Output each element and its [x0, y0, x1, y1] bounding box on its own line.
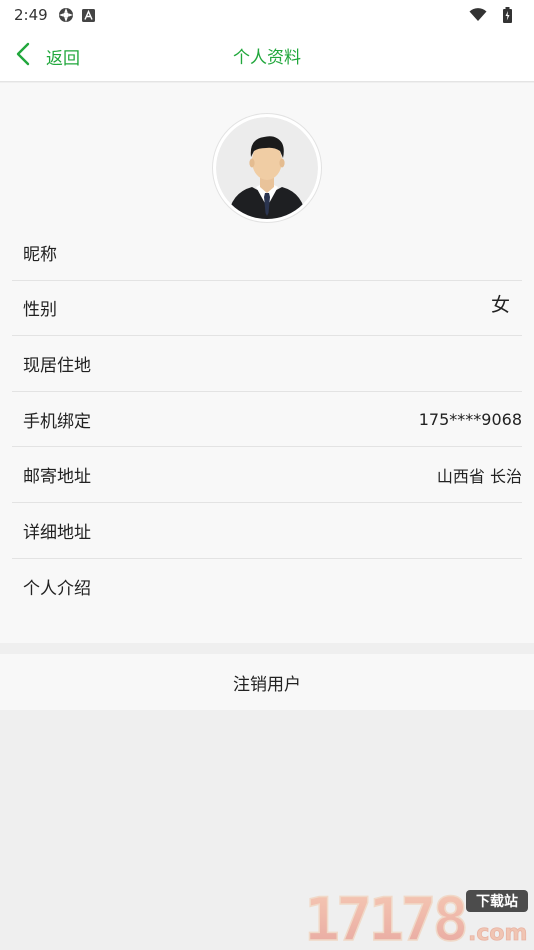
field-label: 昵称 [23, 244, 57, 265]
field-label: 个人介绍 [23, 578, 91, 599]
profile-field-list: 昵称 性别 女 现居住地 手机绑定 175****9068 邮寄地址 山西省 长… [0, 225, 534, 614]
settings-icon [58, 7, 74, 23]
field-nickname[interactable]: 昵称 [12, 225, 522, 281]
page-title: 个人资料 [233, 48, 301, 68]
field-label: 手机绑定 [23, 411, 91, 432]
field-label: 邮寄地址 [23, 467, 91, 488]
watermark-logo: 17178 下载站 .com [303, 884, 530, 950]
field-value: 女 [490, 294, 510, 317]
field-detailed-address[interactable]: 详细地址 [12, 503, 522, 559]
field-value: 175****9068 [418, 409, 522, 429]
field-gender[interactable]: 性别 女 [12, 281, 522, 337]
a-icon [81, 8, 95, 22]
app-bar: 返回 个人资料 [0, 30, 534, 82]
avatar[interactable] [213, 114, 321, 222]
field-label: 详细地址 [23, 522, 91, 543]
wifi-icon [469, 8, 487, 22]
person-avatar-icon [216, 117, 318, 219]
status-time: 2:49 [14, 6, 48, 24]
profile-panel: 昵称 性别 女 现居住地 手机绑定 175****9068 邮寄地址 山西省 长… [0, 83, 534, 643]
field-mailing-address[interactable]: 邮寄地址 山西省 长治 [12, 447, 522, 503]
field-label: 性别 [23, 300, 57, 321]
field-phone[interactable]: 手机绑定 175****9068 [12, 392, 522, 448]
status-bar: 2:49 [0, 0, 534, 30]
watermark-tag: 下载站 [476, 893, 518, 910]
field-value: 山西省 长治 [436, 466, 522, 486]
cancel-account-button[interactable]: 注销用户 [0, 654, 534, 710]
field-introduction[interactable]: 个人介绍 [12, 559, 522, 615]
field-residence[interactable]: 现居住地 [12, 336, 522, 392]
field-label: 现居住地 [23, 355, 91, 376]
battery-icon [503, 7, 512, 23]
watermark-number: 17178 [304, 885, 465, 946]
watermark-domain: .com [468, 921, 527, 946]
